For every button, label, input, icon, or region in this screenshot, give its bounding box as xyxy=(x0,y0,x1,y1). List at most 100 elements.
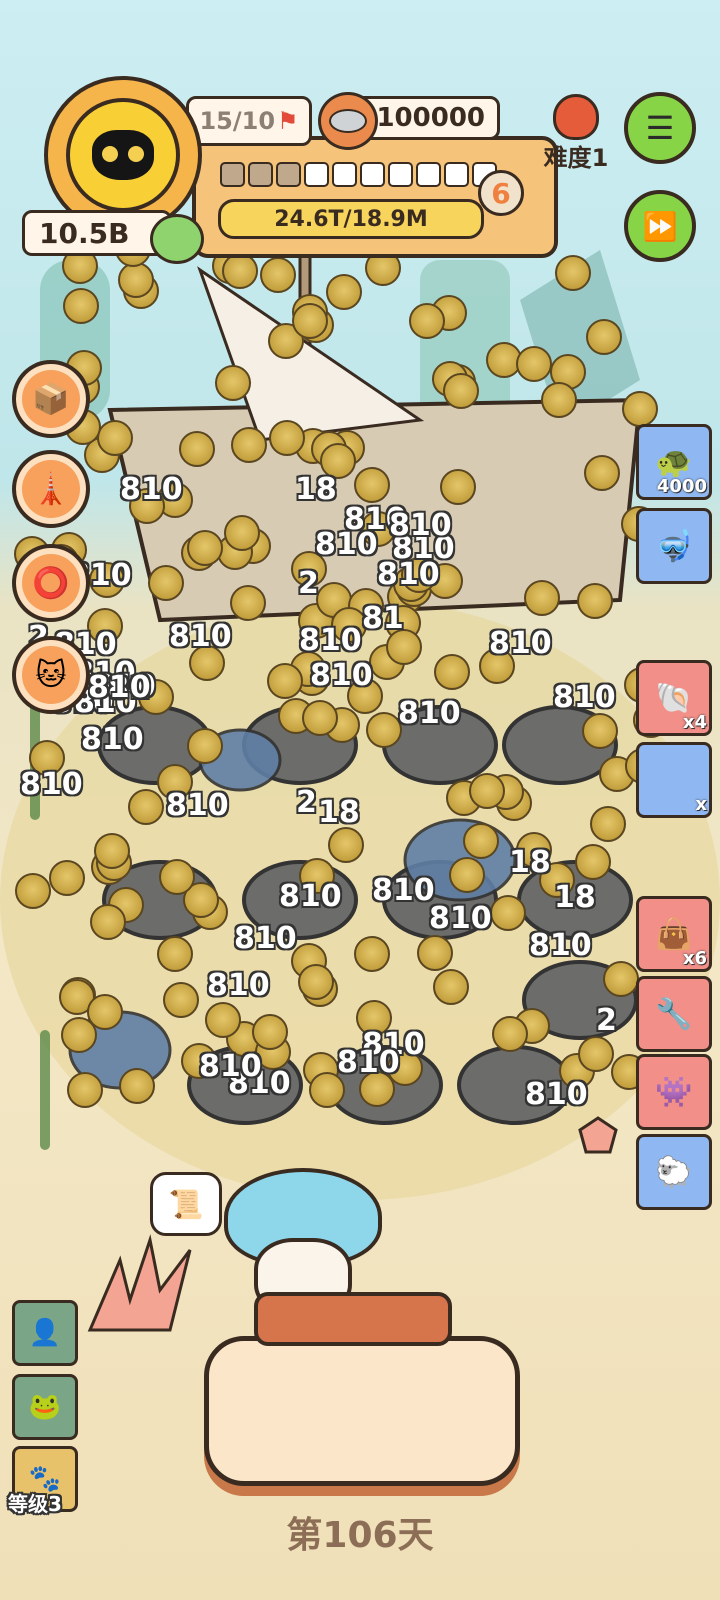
paw-coin[interactable] xyxy=(302,700,338,736)
paw-coin[interactable] xyxy=(575,844,611,880)
paw-coin[interactable] xyxy=(157,936,193,972)
paw-coin[interactable] xyxy=(298,964,334,1000)
paw-coin[interactable] xyxy=(163,982,199,1018)
fast-forward-button[interactable]: ⏩ xyxy=(624,190,696,262)
balance-box[interactable]: 10.5B xyxy=(22,210,172,256)
paw-coin[interactable] xyxy=(94,833,130,869)
turtle-shell-card[interactable]: 🐢 4000 xyxy=(636,424,712,500)
paw-coin[interactable] xyxy=(215,365,251,401)
paw-coin[interactable] xyxy=(463,823,499,859)
paw-coin[interactable] xyxy=(622,391,658,427)
lucky-cat-button[interactable]: 🐱 xyxy=(12,636,90,714)
paw-coin[interactable] xyxy=(224,515,260,551)
floating-number: 18 xyxy=(295,472,337,507)
paw-coin[interactable] xyxy=(269,420,305,456)
paw-coin[interactable] xyxy=(524,580,560,616)
progress-slot xyxy=(416,162,441,187)
paw-coin[interactable] xyxy=(354,467,390,503)
paw-coin[interactable] xyxy=(516,346,552,382)
frog-slot[interactable]: 🐸 xyxy=(12,1374,78,1440)
paw-coin[interactable] xyxy=(541,382,577,418)
paw-coin[interactable] xyxy=(252,1014,288,1050)
menu-icon: ☰ xyxy=(645,109,675,147)
basket-pad[interactable] xyxy=(204,1336,520,1486)
paw-coin[interactable] xyxy=(409,303,445,339)
paw-coin[interactable] xyxy=(230,585,266,621)
paw-coin[interactable] xyxy=(222,253,258,289)
scuba-card[interactable]: 🤿 xyxy=(636,508,712,584)
progress-slot xyxy=(220,162,245,187)
paw-coin[interactable] xyxy=(67,1072,103,1108)
paw-coin[interactable] xyxy=(179,431,215,467)
cat-tree-button[interactable]: 🗼 xyxy=(12,450,90,528)
energy-box[interactable]: 15/10 ⚑ xyxy=(186,96,312,146)
progress-slot xyxy=(360,162,385,187)
paw-coin[interactable] xyxy=(443,373,479,409)
paw-coin[interactable] xyxy=(490,895,526,931)
paw-coin[interactable] xyxy=(87,994,123,1030)
paw-coin[interactable] xyxy=(187,728,223,764)
paw-coin[interactable] xyxy=(434,654,470,690)
shell-card[interactable]: 🐚 x4 xyxy=(636,660,712,736)
paw-coin[interactable] xyxy=(586,319,622,355)
paw-coin[interactable] xyxy=(492,1016,528,1052)
paw-coin[interactable] xyxy=(119,1068,155,1104)
paw-coin[interactable] xyxy=(417,935,453,971)
paw-coin[interactable] xyxy=(63,288,99,324)
paw-coin[interactable] xyxy=(159,859,195,895)
lucky-cat-icon: 🐱 xyxy=(35,657,67,693)
paw-coin[interactable] xyxy=(584,455,620,491)
heart-shield-icon[interactable] xyxy=(150,214,204,264)
paw-coin[interactable] xyxy=(205,1002,241,1038)
paw-coin[interactable] xyxy=(148,565,184,601)
paw-coin[interactable] xyxy=(49,860,85,896)
paw-coin[interactable] xyxy=(433,969,469,1005)
card-count: 4000 xyxy=(656,476,707,497)
paw-coin[interactable] xyxy=(582,713,618,749)
paw-coin[interactable] xyxy=(469,773,505,809)
paw-coin[interactable] xyxy=(292,303,328,339)
paw-coin[interactable] xyxy=(187,530,223,566)
paw-coin[interactable] xyxy=(15,873,51,909)
balance-value: 10.5B xyxy=(39,216,130,250)
paw-coin[interactable] xyxy=(97,420,133,456)
paw-coin[interactable] xyxy=(555,255,591,291)
paw-coin[interactable] xyxy=(118,262,154,298)
progress-text: 24.6T/18.9M xyxy=(274,206,428,232)
paw-coin[interactable] xyxy=(326,274,362,310)
paw-coin[interactable] xyxy=(577,583,613,619)
certificate-button[interactable]: 📜 xyxy=(150,1172,222,1236)
monster-card[interactable]: 👾 xyxy=(636,1054,712,1130)
paw-coin[interactable] xyxy=(578,1036,614,1072)
paw-coin[interactable] xyxy=(90,904,126,940)
ghost-cat-slot[interactable]: 👤 xyxy=(12,1300,78,1366)
sheep-icon: 🐑 xyxy=(655,1154,693,1190)
progress-slot xyxy=(276,162,301,187)
card-count: x4 xyxy=(682,712,707,733)
bag-card[interactable]: 👜 x6 xyxy=(636,896,712,972)
paw-coin[interactable] xyxy=(440,469,476,505)
paw-coin[interactable] xyxy=(603,961,639,997)
floating-number: 810 xyxy=(199,1049,262,1084)
sheep-card[interactable]: 🐑 xyxy=(636,1134,712,1210)
paw-coin[interactable] xyxy=(366,712,402,748)
floating-number: 2 xyxy=(298,566,319,601)
menu-button[interactable]: ☰ xyxy=(624,92,696,164)
paw-coin[interactable] xyxy=(260,257,296,293)
game-scene[interactable]: 810 810 810 810 18 810 2 810 810 81 810 810 810 18 810… xyxy=(0,0,720,1600)
difficulty-indicator[interactable]: 难度1 xyxy=(536,94,616,172)
tools-card[interactable]: 🔧 xyxy=(636,976,712,1052)
paw-coin[interactable] xyxy=(267,663,303,699)
paw-coin[interactable] xyxy=(449,857,485,893)
cat-tree-icon: 🗼 xyxy=(32,471,70,507)
collar-button[interactable]: ⭕ xyxy=(12,544,90,622)
paw-coin[interactable] xyxy=(354,936,390,972)
black-cat-icon xyxy=(66,98,180,212)
paw-coin[interactable] xyxy=(128,789,164,825)
box-button[interactable]: 📦 xyxy=(12,360,90,438)
paw-coin[interactable] xyxy=(231,427,267,463)
paw-coin[interactable] xyxy=(328,827,364,863)
unknown-card[interactable]: x xyxy=(636,742,712,818)
paw-coin[interactable] xyxy=(590,806,626,842)
bath-cat[interactable] xyxy=(224,1168,382,1316)
